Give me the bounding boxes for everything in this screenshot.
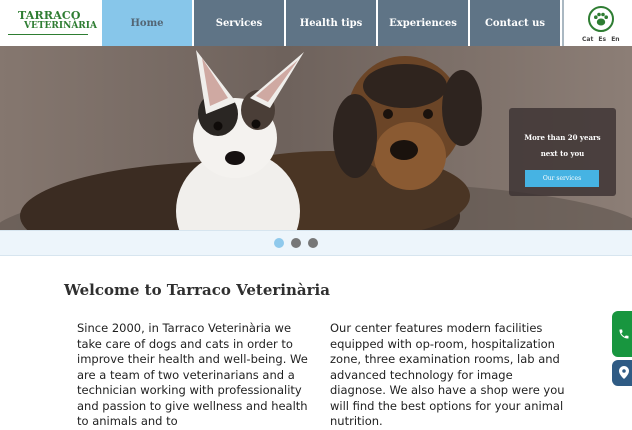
lang-en[interactable]: En <box>611 36 619 43</box>
lang-cat[interactable]: Cat <box>582 36 593 43</box>
call-button[interactable] <box>612 311 632 357</box>
phone-icon <box>618 325 630 344</box>
language-links: Cat Es En <box>582 36 623 43</box>
site-header: TARRACO VETERINÀRIA Home Services Health… <box>0 0 632 46</box>
lang-es[interactable]: Es <box>598 36 606 43</box>
site-logo[interactable]: TARRACO VETERINÀRIA <box>8 8 97 40</box>
nav-health-tips[interactable]: Health tips <box>286 0 376 46</box>
hero-info-line2: next to you <box>540 149 585 158</box>
nav-home[interactable]: Home <box>102 0 192 46</box>
nav-services[interactable]: Services <box>194 0 284 46</box>
welcome-text-right: Our center features modern facilities eq… <box>330 321 565 428</box>
paw-icon <box>588 6 614 32</box>
hero-info-line1: More than 20 years <box>524 133 601 142</box>
hero-info-box: More than 20 years next to you Our servi… <box>509 108 616 196</box>
logo-line2: VETERINÀRIA <box>24 21 97 31</box>
our-services-button[interactable]: Our services <box>525 170 599 187</box>
slide-dot-1[interactable] <box>274 238 284 248</box>
hero-slider: More than 20 years next to you Our servi… <box>0 46 632 230</box>
logo-underline <box>8 34 88 35</box>
slide-dot-2[interactable] <box>291 238 301 248</box>
slider-pagination <box>0 230 632 256</box>
nav-contact-us[interactable]: Contact us <box>470 0 560 46</box>
welcome-heading: Welcome to Tarraco Veterinària <box>64 281 330 299</box>
map-marker-icon <box>619 364 629 383</box>
slide-dot-3[interactable] <box>308 238 318 248</box>
location-button[interactable] <box>612 360 632 386</box>
language-switcher: Cat Es En <box>562 0 632 46</box>
hero-info-text: More than 20 years next to you <box>517 130 608 162</box>
welcome-text-left: Since 2000, in Tarraco Veterinària we ta… <box>77 321 308 428</box>
nav-experiences[interactable]: Experiences <box>378 0 468 46</box>
